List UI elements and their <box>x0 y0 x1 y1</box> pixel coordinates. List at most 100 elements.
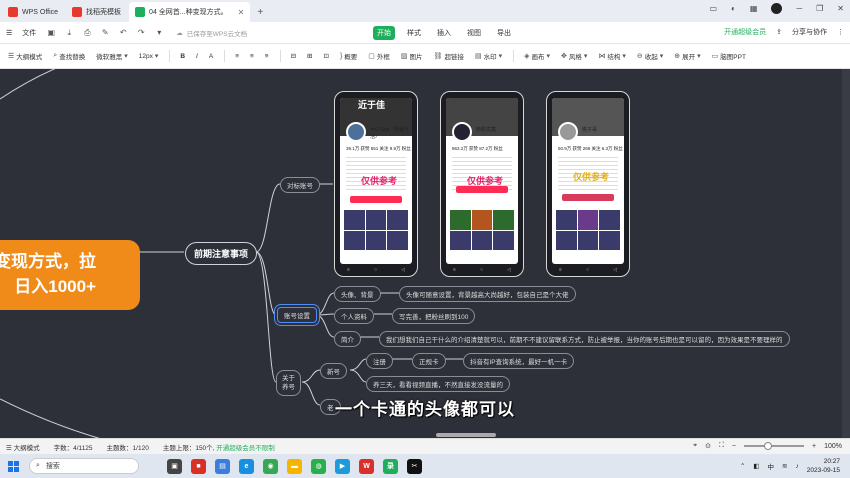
topic-about-nurturing[interactable]: 关于 养号 <box>276 370 301 396</box>
tray-app-icon[interactable]: ◧ <box>753 462 759 470</box>
font-size-select[interactable]: 12px ▾ <box>139 52 159 61</box>
topic-precautions[interactable]: 前期注意事项 <box>185 242 258 265</box>
topic-raise-account[interactable]: 养三天，看看视频直播，不然直接发没流量的 <box>366 376 510 392</box>
close-window-icon[interactable]: ✕ <box>837 4 844 13</box>
tab-template[interactable]: 找稻壳模板 <box>66 2 127 22</box>
capcut-icon[interactable]: ✂ <box>407 458 422 474</box>
topic-intro-desc[interactable]: 我们想我们自己干什么的介绍清楚就可以，前期不不建议留联系方式，防止被举报，当你的… <box>379 331 790 347</box>
align-center-icon[interactable]: ≡ <box>250 53 254 60</box>
collapse-button[interactable]: ⊖ 收起 ▾ <box>637 51 663 61</box>
chrome-icon[interactable]: ◉ <box>263 458 278 474</box>
more-icon[interactable]: ▾ <box>154 28 164 38</box>
format-painter-icon[interactable]: ✎ <box>100 28 110 38</box>
topic-register[interactable]: 注册 <box>366 353 393 369</box>
tray-ime-icon[interactable]: 中 <box>768 461 775 471</box>
folder-icon[interactable]: ▬ <box>287 458 302 474</box>
save-icon[interactable]: ▣ <box>46 28 56 38</box>
root-node[interactable]: 变现方式，拉 日入1000+ <box>0 240 140 310</box>
zoom-out-icon[interactable]: − <box>732 443 736 450</box>
align-right-icon[interactable]: ≡ <box>265 53 269 60</box>
app-red-icon[interactable]: ■ <box>191 458 206 474</box>
locate-icon[interactable]: ⌖ <box>693 442 697 450</box>
upgrade-link[interactable]: 开通超级会员 <box>724 27 766 37</box>
outline-mode-button[interactable]: ☰ 大纲模式 <box>8 51 42 61</box>
undo-icon[interactable]: ↶ <box>118 28 128 38</box>
skin-icon[interactable]: ◐ <box>731 4 736 13</box>
fit-icon[interactable]: ⊙ <box>705 442 711 450</box>
taskbar-search[interactable]: ⌕ 搜索 <box>29 458 139 474</box>
topic-sim-card-desc[interactable]: 抖音有IP查询系统，最好一机一卡 <box>463 353 575 369</box>
expand-button[interactable]: ⊕ 展开 ▾ <box>674 51 700 61</box>
zoom-in-icon[interactable]: + <box>812 443 816 450</box>
topic-account-settings[interactable]: 账号设置 <box>277 307 317 323</box>
topic-benchmark-account[interactable]: 对标账号 <box>280 177 320 193</box>
align-left-icon[interactable]: ≡ <box>235 53 239 60</box>
file-menu[interactable]: 文件 <box>22 28 36 38</box>
export-icon[interactable]: ⤓ <box>64 28 74 38</box>
fullscreen-icon[interactable]: ⛶ <box>719 442 724 450</box>
find-replace-button[interactable]: ⌕ 查找替换 <box>53 51 85 61</box>
insert-parent-icon[interactable]: ⊡ <box>324 52 329 60</box>
topic-avatar-background[interactable]: 头像、背景 <box>334 286 381 302</box>
hyperlink-button[interactable]: ⛓ 超链接 <box>434 51 464 61</box>
print-icon[interactable]: ⎙ <box>82 28 92 38</box>
task-view-icon[interactable]: ▣ <box>167 458 182 474</box>
vertical-scrollbar[interactable] <box>842 69 850 438</box>
tab-start[interactable]: 开始 <box>373 26 395 40</box>
minimize-icon[interactable]: ─ <box>796 4 802 13</box>
frame-button[interactable]: ▢ 外框 <box>368 51 390 61</box>
share-button[interactable]: 分享与协作 <box>792 27 827 37</box>
new-tab-button[interactable]: + <box>250 2 270 22</box>
windows-start-icon[interactable] <box>8 460 19 472</box>
menu-icon[interactable]: ☰ <box>6 29 12 37</box>
image-button[interactable]: ▨ 图片 <box>401 51 423 61</box>
topic-profile-desc[interactable]: 写完善，把粉丝刷到100 <box>392 308 476 324</box>
topic-new-account[interactable]: 新号 <box>320 363 347 379</box>
file-manager-icon[interactable]: ▤ <box>215 458 230 474</box>
outline-mode-status[interactable]: ☰ 大纲模式 <box>6 442 40 452</box>
maximize-icon[interactable]: ❐ <box>816 4 823 13</box>
insert-sibling-icon[interactable]: ⊟ <box>291 52 296 60</box>
style-button[interactable]: ✥ 风格 ▾ <box>561 51 587 61</box>
tab-mindmap-document[interactable]: 04 全网首...种变现方式。 ✕ <box>129 2 251 22</box>
summary-button[interactable]: } 概要 <box>340 51 357 62</box>
clock[interactable]: 20:27 2023-09-15 <box>807 457 840 475</box>
redo-icon[interactable]: ↷ <box>136 28 146 38</box>
italic-button[interactable]: I <box>196 53 198 60</box>
tab-insert[interactable]: 插入 <box>433 26 455 40</box>
upgrade-unlimited-link[interactable]: 开通超级会员不限制 <box>216 445 275 452</box>
wps-icon[interactable]: W <box>359 458 374 474</box>
watermark-button[interactable]: ▤ 水印 ▾ <box>475 51 502 61</box>
media-player-icon[interactable]: ▶ <box>335 458 350 474</box>
wechat-icon[interactable]: ◍ <box>311 458 326 474</box>
layout-icon[interactable]: ▭ <box>709 4 717 13</box>
tab-wps-office[interactable]: WPS Office <box>2 2 64 22</box>
mindmap-canvas[interactable]: 变现方式，拉 日入1000+ 前期注意事项 对标账号 账号设置 关于 养号 头像… <box>0 69 850 438</box>
tab-style[interactable]: 样式 <box>403 26 425 40</box>
user-avatar[interactable] <box>771 3 783 14</box>
more-options-icon[interactable]: ⋮ <box>837 28 844 36</box>
tab-view[interactable]: 视图 <box>463 26 485 40</box>
canvas-button[interactable]: ◈ 画布 ▾ <box>524 51 550 61</box>
topic-avatar-background-desc[interactable]: 头像可随意设置，背景越高大尚越好，包装自己是个大佬 <box>399 286 576 302</box>
structure-button[interactable]: ⋈ 结构 ▾ <box>598 51 626 61</box>
mindmap-ppt-button[interactable]: ▭ 脑图PPT <box>712 51 746 61</box>
tray-expand-icon[interactable]: ⌃ <box>740 462 745 470</box>
recorder-icon[interactable]: 录 <box>383 458 398 474</box>
zoom-slider-handle[interactable] <box>764 442 772 450</box>
phone-screenshot-2[interactable]: 随机文案 863.2万 获赞 87.2万 粉丝 仅供参考 ≡ ○ ◁ <box>440 91 524 277</box>
volume-icon[interactable]: ♪ <box>796 463 799 470</box>
wifi-icon[interactable]: ≋ <box>782 462 787 470</box>
insert-child-icon[interactable]: ⊞ <box>307 52 312 60</box>
topic-sim-card[interactable]: 正规卡 <box>412 353 446 369</box>
share-icon[interactable]: ⇪ <box>776 28 782 36</box>
font-family-select[interactable]: 微软雅黑 ▾ <box>96 51 128 61</box>
grid-icon[interactable]: ▦ <box>750 4 758 13</box>
tab-export[interactable]: 导出 <box>493 26 515 40</box>
font-color-button[interactable]: A <box>209 53 213 60</box>
phone-screenshot-1[interactable]: 近于佳 大C Gup（我豪干活） 39.1万 获赞 551 关注 9.9万 粉丝… <box>334 91 418 277</box>
topic-intro[interactable]: 简介 <box>334 331 361 347</box>
bold-button[interactable]: B <box>180 53 185 60</box>
edge-browser-icon[interactable]: e <box>239 458 254 474</box>
zoom-slider[interactable] <box>744 442 804 450</box>
